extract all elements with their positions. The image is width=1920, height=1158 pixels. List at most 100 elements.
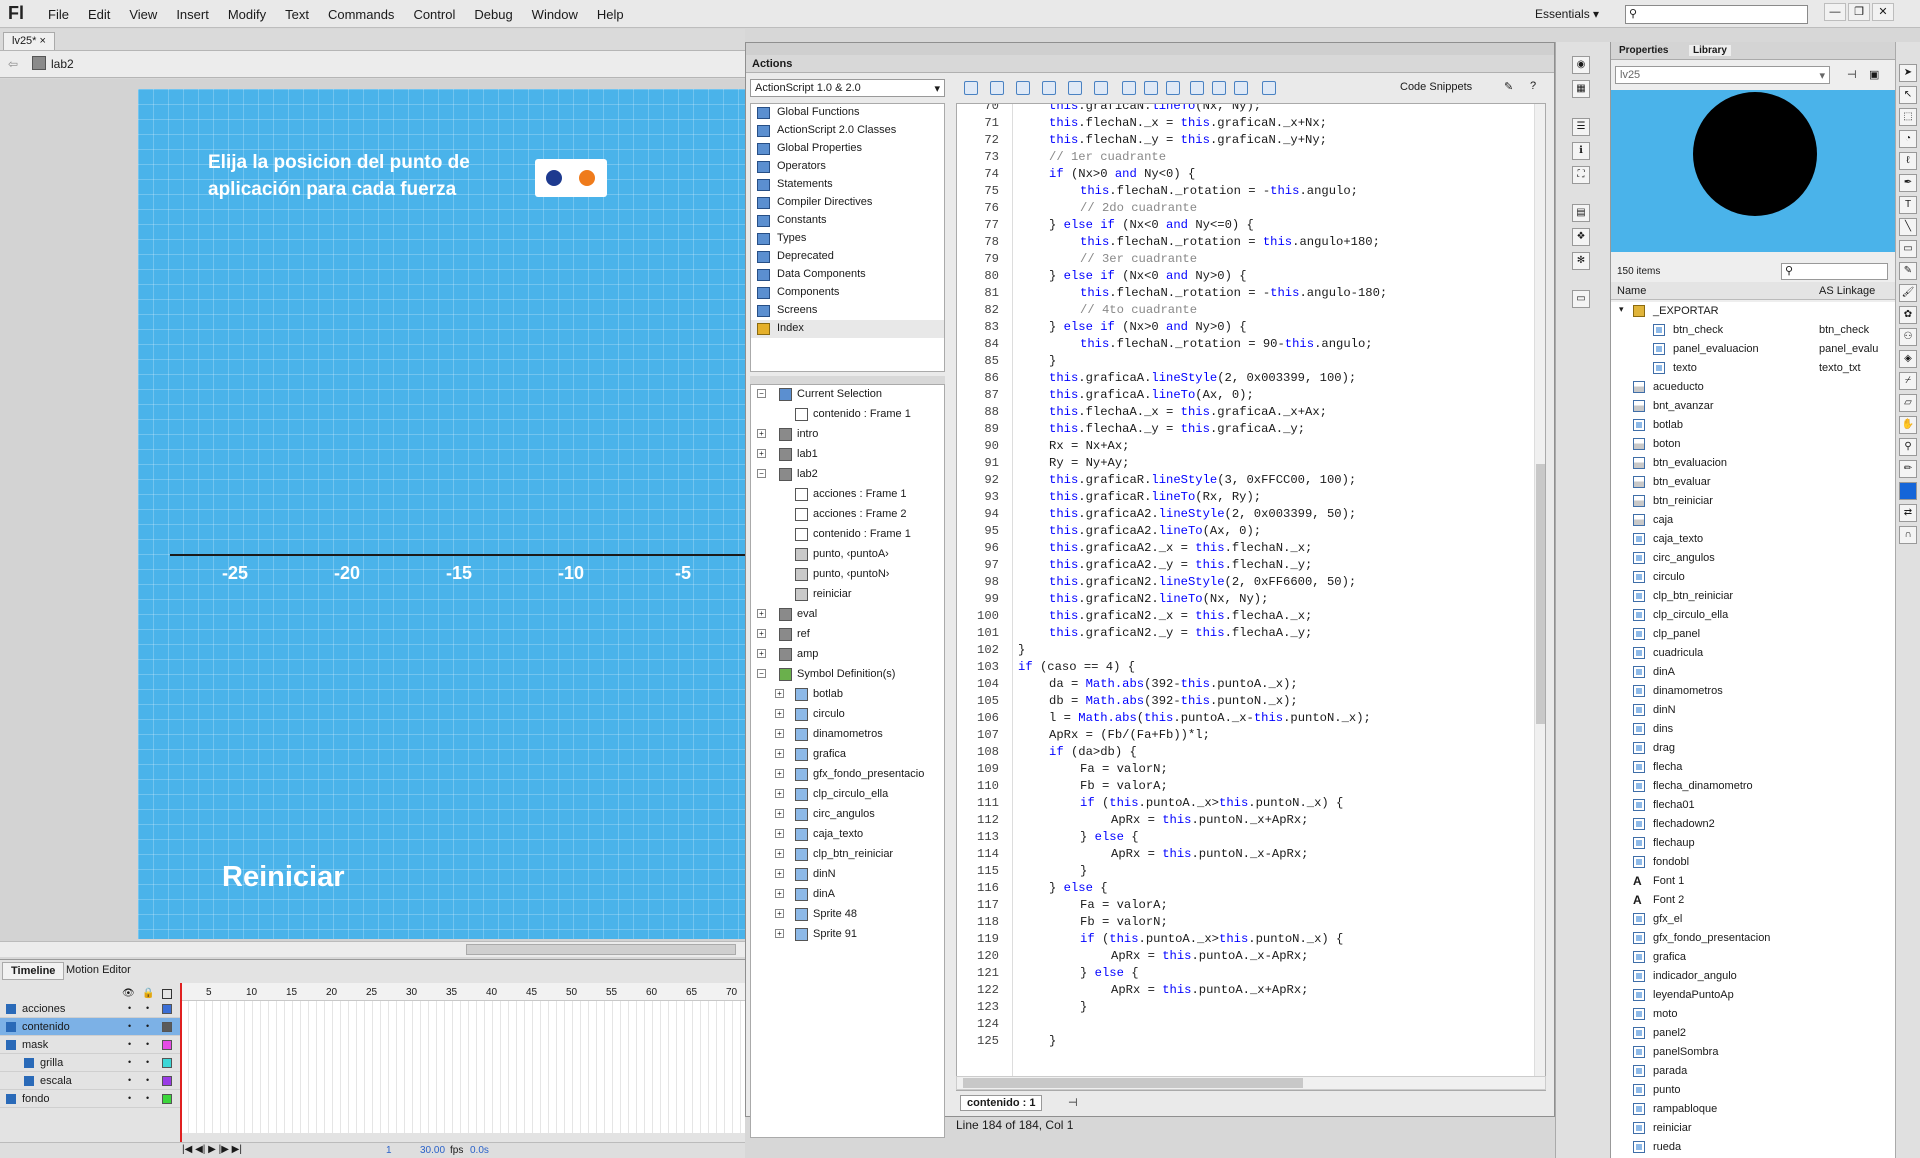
library-item[interactable]: ▾ _EXPORTAR (1611, 302, 1896, 321)
code-text[interactable]: this.graficaR.lineTo(Rx, Ry); (1049, 489, 1261, 506)
help-icon[interactable]: ? (1530, 80, 1536, 92)
code-text[interactable]: this.graficaN2.lineStyle(2, 0xFF6600, 50… (1049, 574, 1356, 591)
navigator-item[interactable]: + grafica (751, 745, 944, 765)
transform-icon[interactable]: ⛶ (1572, 166, 1590, 184)
expand-icon[interactable]: + (775, 689, 784, 698)
components-icon[interactable]: ▤ (1572, 204, 1590, 222)
library-item[interactable]: btn_reiniciar (1611, 492, 1896, 511)
playhead[interactable] (180, 983, 188, 1153)
eyedropper-tool-icon[interactable]: ⌿ (1899, 372, 1917, 390)
menu-modify[interactable]: Modify (228, 7, 266, 22)
code-line[interactable]: 113} else { (957, 829, 1527, 846)
code-line[interactable]: 123} (957, 999, 1527, 1016)
frame-rate[interactable]: 30.00 (420, 1145, 445, 1156)
navigator-item[interactable]: − Symbol Definition(s) (751, 665, 944, 685)
deco-tool-icon[interactable]: ✿ (1899, 306, 1917, 324)
navigator-item[interactable]: + circ_angulos (751, 805, 944, 825)
library-item[interactable]: A Font 1 (1611, 872, 1896, 891)
toolbox-item[interactable]: Screens (751, 302, 944, 320)
code-text[interactable]: this.graficaA2._x = this.flechaN._x; (1049, 540, 1312, 557)
code-text[interactable]: } else { (1049, 880, 1108, 897)
library-item[interactable]: dinA (1611, 663, 1896, 682)
lock-icon[interactable]: 🔒 (142, 988, 154, 999)
code-line[interactable]: 93 this.graficaR.lineTo(Rx, Ry); (957, 489, 1527, 506)
menu-help[interactable]: Help (597, 7, 624, 22)
restore-button[interactable]: ❐ (1848, 3, 1870, 21)
code-text[interactable]: this.graficaA.lineTo(Ax, 0); (1049, 387, 1254, 404)
code-text[interactable]: this.flechaN._rotation = this.angulo+180… (1080, 234, 1380, 251)
snap-icon[interactable]: ∩ (1899, 526, 1917, 544)
code-line[interactable]: 72 this.flechaN._y = this.graficaN._y+Ny; (957, 132, 1527, 149)
layer-grilla[interactable]: grilla • • (0, 1054, 180, 1072)
code-line[interactable]: 73 // 1er cuadrante (957, 149, 1527, 166)
code-text[interactable]: Fa = valorN; (1080, 761, 1168, 778)
code-line[interactable]: 86 this.graficaA.lineStyle(2, 0x003399, 1… (957, 370, 1527, 387)
text-tool-icon[interactable]: T (1899, 196, 1917, 214)
folder-toggle-icon[interactable]: ▾ (1619, 304, 1624, 315)
code-line[interactable]: 122 ApRx = this.puntoA._x+ApRx; (957, 982, 1527, 999)
code-text[interactable]: this.graficaN2._y = this.flechaA._y; (1049, 625, 1312, 642)
auto-format-icon[interactable] (1068, 81, 1082, 95)
code-text[interactable]: this.graficaN2.lineTo(Nx, Ny); (1049, 591, 1268, 608)
expand-icon[interactable]: + (757, 609, 766, 618)
toolbox-item[interactable]: Compiler Directives (751, 194, 944, 212)
outline-icon[interactable] (162, 989, 172, 999)
eye-icon[interactable]: 👁 (122, 988, 135, 999)
code-line[interactable]: 78 this.flechaN._rotation = this.angulo+1… (957, 234, 1527, 251)
library-item[interactable]: texto texto_txt (1611, 359, 1896, 378)
library-item[interactable]: drag (1611, 739, 1896, 758)
library-item[interactable]: panel2 (1611, 1024, 1896, 1043)
bone-tool-icon[interactable]: ⚇ (1899, 328, 1917, 346)
code-line[interactable]: 106 l = Math.abs(this.puntoA._x-this.punt… (957, 710, 1527, 727)
code-line[interactable]: 87 this.graficaA.lineTo(Ax, 0); (957, 387, 1527, 404)
comment-icon[interactable] (1190, 81, 1204, 95)
code-line[interactable]: 79 // 3er cuadrante (957, 251, 1527, 268)
library-item[interactable]: dinamometros (1611, 682, 1896, 701)
collapse-icon[interactable]: − (757, 469, 766, 478)
code-line[interactable]: 102} (957, 642, 1527, 659)
expand-icon[interactable] (1166, 81, 1180, 95)
wand-icon[interactable]: ✎ (1504, 80, 1513, 93)
code-line[interactable]: 75 this.flechaN._rotation = -this.angulo; (957, 183, 1527, 200)
color-panel-icon[interactable]: ◉ (1572, 56, 1590, 74)
library-document-select[interactable]: lv25 ▾ (1615, 66, 1830, 84)
code-text[interactable]: this.flechaN._rotation = -this.angulo-18… (1080, 285, 1387, 302)
expand-icon[interactable]: + (775, 729, 784, 738)
swap-colors-icon[interactable]: ⇄ (1899, 504, 1917, 522)
code-text[interactable]: this.flechaA._x = this.graficaA._x+Ax; (1049, 404, 1327, 421)
code-text[interactable]: if (caso == 4) { (1018, 659, 1135, 676)
script-editor[interactable]: 70 this.graficaN.lineTo(Nx, Ny); 71 this.fl… (956, 103, 1546, 1091)
code-text[interactable]: // 2do cuadrante (1080, 200, 1197, 217)
code-line[interactable]: 114 ApRx = this.puntoN._x-ApRx; (957, 846, 1527, 863)
code-text[interactable]: this.graficaN2._x = this.flechaA._x; (1049, 608, 1312, 625)
code-text[interactable]: if (this.puntoA._x>this.puntoN._x) { (1080, 931, 1343, 948)
code-line[interactable]: 95 this.graficaA2.lineTo(Ax, 0); (957, 523, 1527, 540)
menu-file[interactable]: File (48, 7, 69, 22)
pen-tool-icon[interactable]: ✒ (1899, 174, 1917, 192)
code-text[interactable]: this.graficaR.lineStyle(3, 0xFFCC00, 100… (1049, 472, 1356, 489)
layer-contenido[interactable]: contenido • • (0, 1018, 180, 1036)
code-text[interactable]: } (1049, 1033, 1056, 1050)
layer-visible-dot[interactable]: • (128, 1093, 131, 1103)
code-text[interactable]: if (da>db) { (1049, 744, 1137, 761)
code-text[interactable]: } (1049, 353, 1056, 370)
code-line[interactable]: 88 this.flechaA._x = this.graficaA._x+Ax; (957, 404, 1527, 421)
reiniciar-button[interactable]: Reiniciar (222, 861, 345, 894)
navigator-item[interactable]: contenido : Frame 1 (751, 405, 944, 425)
expand-icon[interactable]: + (775, 929, 784, 938)
navigator-item[interactable]: − lab2 (751, 465, 944, 485)
code-text[interactable]: ApRx = this.puntoN._x+ApRx; (1111, 812, 1309, 829)
code-text[interactable]: // 4to cuadrante (1080, 302, 1197, 319)
navigator-item[interactable]: + intro (751, 425, 944, 445)
library-item[interactable]: flechadown2 (1611, 815, 1896, 834)
library-item[interactable]: cuadricula (1611, 644, 1896, 663)
navigator-item[interactable]: + dinamometros (751, 725, 944, 745)
tab-library[interactable]: Library (1689, 45, 1731, 56)
toolbox-item[interactable]: Global Properties (751, 140, 944, 158)
code-text[interactable]: ApRx = this.puntoA._x-ApRx; (1111, 948, 1309, 965)
library-item[interactable]: flecha (1611, 758, 1896, 777)
library-item[interactable]: gfx_el (1611, 910, 1896, 929)
line-comment-icon[interactable] (1212, 81, 1226, 95)
code-snippets-button[interactable]: Code Snippets (1400, 81, 1472, 93)
library-item[interactable]: flecha_dinamometro (1611, 777, 1896, 796)
